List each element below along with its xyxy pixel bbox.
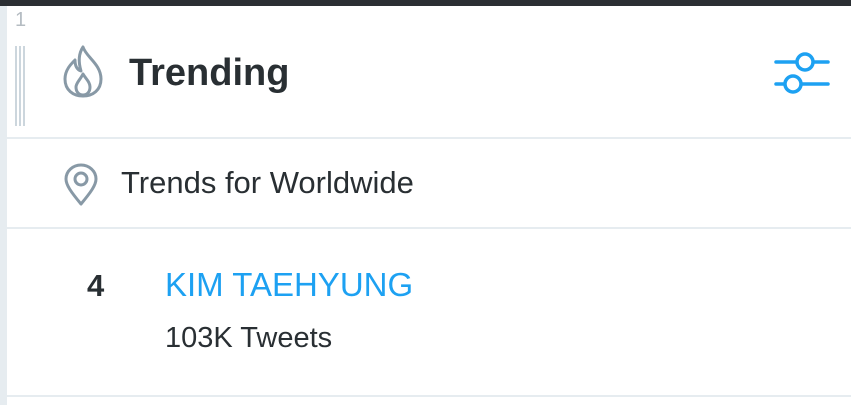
location-pin-icon bbox=[64, 163, 98, 206]
flame-icon bbox=[63, 45, 103, 98]
trend-tweet-count: 103K Tweets bbox=[165, 322, 333, 354]
column-header: Trending bbox=[7, 6, 851, 139]
sliders-icon[interactable] bbox=[773, 48, 831, 98]
trends-location-label: Trends for Worldwide bbox=[121, 165, 414, 200]
trends-location-row[interactable]: Trends for Worldwide bbox=[7, 139, 851, 229]
trend-rank: 4 bbox=[87, 268, 105, 303]
column-gutter bbox=[0, 6, 7, 405]
trend-list-item[interactable]: 4 KIM TAEHYUNG 103K Tweets bbox=[7, 229, 851, 397]
trend-name-link[interactable]: KIM TAEHYUNG bbox=[165, 265, 413, 305]
page-title: Trending bbox=[129, 52, 290, 94]
